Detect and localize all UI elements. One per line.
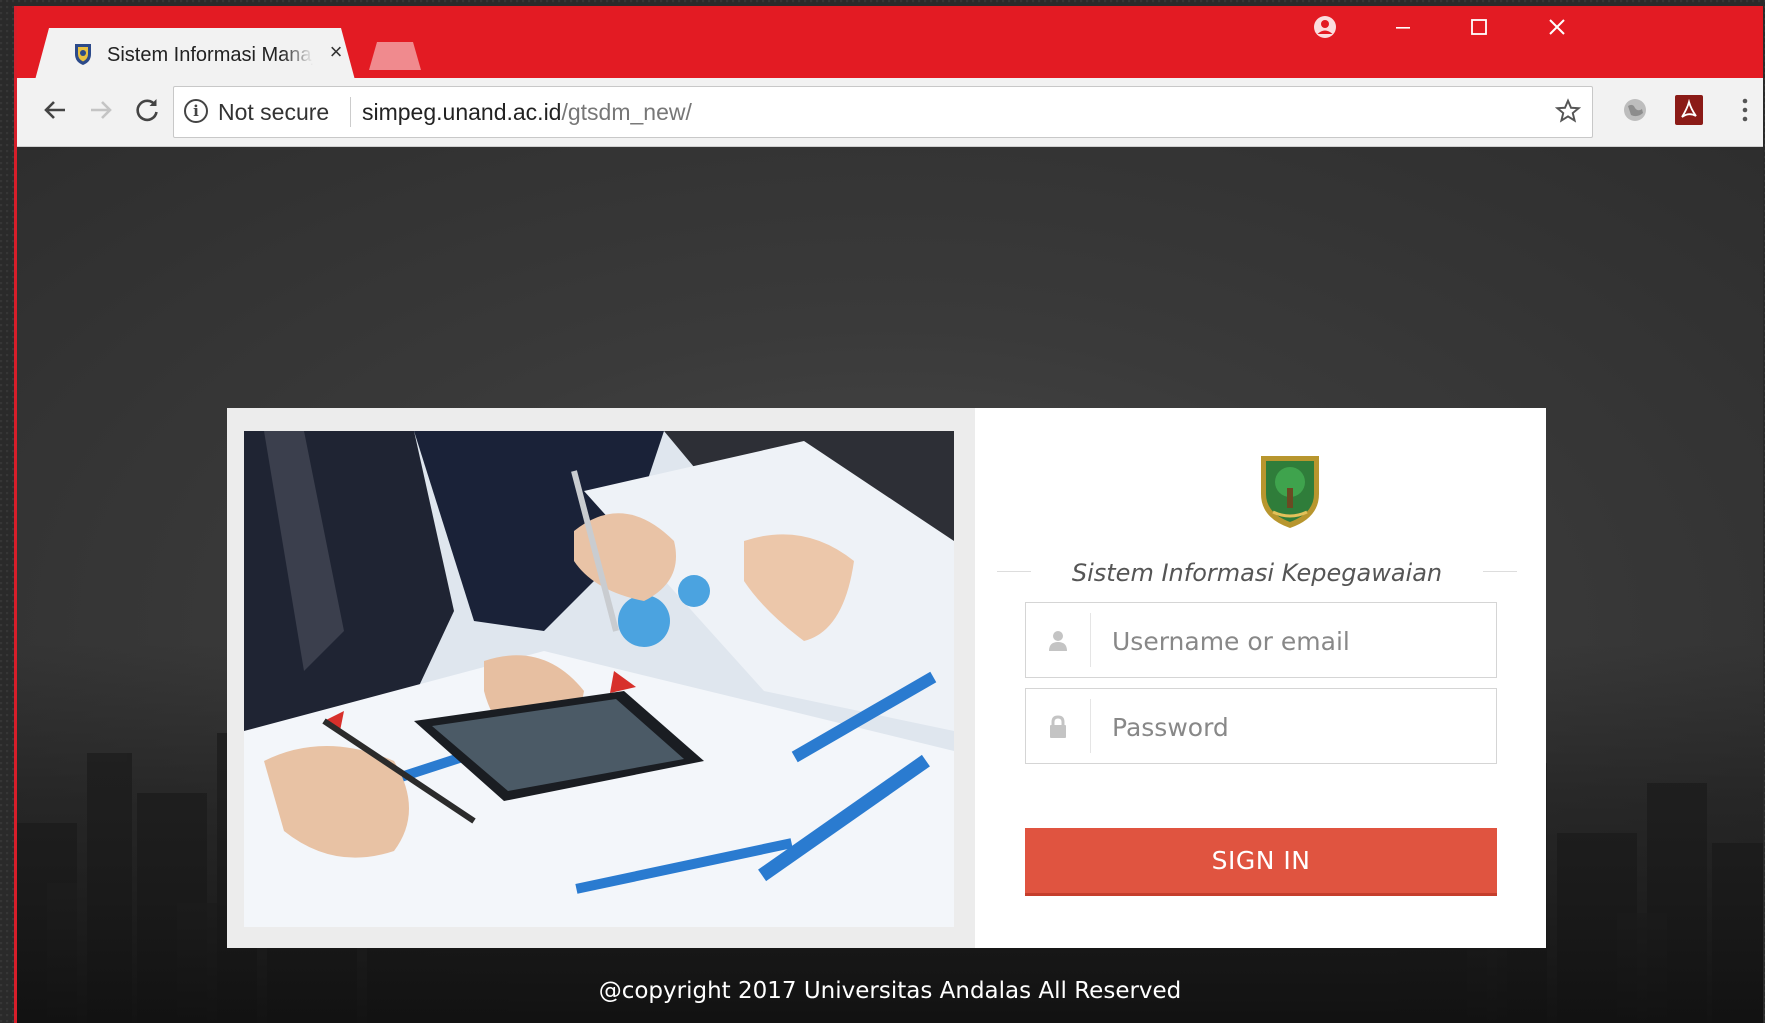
url-host: simpeg.unand.ac.id xyxy=(362,99,562,125)
close-icon[interactable]: × xyxy=(325,40,347,64)
sign-in-button[interactable]: SIGN IN xyxy=(1025,828,1497,896)
omnibox-divider xyxy=(350,97,351,127)
field-divider xyxy=(1090,613,1091,667)
title-bar: Sistem Informasi Manajemen × xyxy=(17,6,1763,80)
browser-toolbar: i Not secure simpeg.unand.ac.id/gtsdm_ne… xyxy=(17,78,1763,147)
minimize-icon[interactable] xyxy=(1383,10,1423,44)
user-icon xyxy=(1049,631,1067,651)
new-tab-button[interactable] xyxy=(369,42,421,70)
copyright-footer: @copyright 2017 Universitas Andalas All … xyxy=(598,978,1182,1004)
maximize-icon[interactable] xyxy=(1459,10,1499,44)
login-card: Sistem Informasi Kepegawaian SI xyxy=(227,408,1546,948)
password-input[interactable] xyxy=(1110,689,1484,765)
browser-tab[interactable]: Sistem Informasi Manajemen × xyxy=(35,28,355,80)
security-label[interactable]: Not secure xyxy=(218,99,329,126)
photo-panel xyxy=(227,408,975,948)
subtitle-row: Sistem Informasi Kepegawaian xyxy=(997,551,1517,591)
lock-icon xyxy=(1050,715,1066,738)
shield-favicon-icon xyxy=(75,44,91,65)
info-icon[interactable]: i xyxy=(184,99,208,123)
address-bar[interactable]: i Not secure simpeg.unand.ac.id/gtsdm_ne… xyxy=(173,86,1593,138)
university-logo xyxy=(1261,456,1319,528)
menu-icon[interactable] xyxy=(1729,94,1761,126)
reload-icon[interactable] xyxy=(129,92,165,128)
window-close-icon[interactable] xyxy=(1537,10,1577,44)
divider-right xyxy=(1483,571,1517,572)
profile-icon[interactable] xyxy=(1305,10,1345,44)
extension-icon[interactable] xyxy=(1619,94,1651,126)
tab-title: Sistem Informasi Manajemen xyxy=(107,44,313,66)
browser-window: Sistem Informasi Manajemen × xyxy=(14,6,1763,1023)
url-path: /gtsdm_new/ xyxy=(561,99,692,125)
username-field xyxy=(1025,602,1497,679)
page-content: Sistem Informasi Kepegawaian SI xyxy=(17,147,1763,1023)
back-icon[interactable] xyxy=(37,92,73,128)
username-input[interactable] xyxy=(1110,603,1484,679)
pdf-icon[interactable] xyxy=(1675,95,1703,125)
app-subtitle: Sistem Informasi Kepegawaian xyxy=(1071,559,1443,587)
business-meeting-photo xyxy=(244,431,954,927)
field-divider xyxy=(1090,699,1091,753)
star-icon[interactable] xyxy=(1552,95,1584,127)
forward-icon[interactable] xyxy=(83,92,119,128)
password-field xyxy=(1025,688,1497,765)
url-text[interactable]: simpeg.unand.ac.id/gtsdm_new/ xyxy=(362,99,692,126)
